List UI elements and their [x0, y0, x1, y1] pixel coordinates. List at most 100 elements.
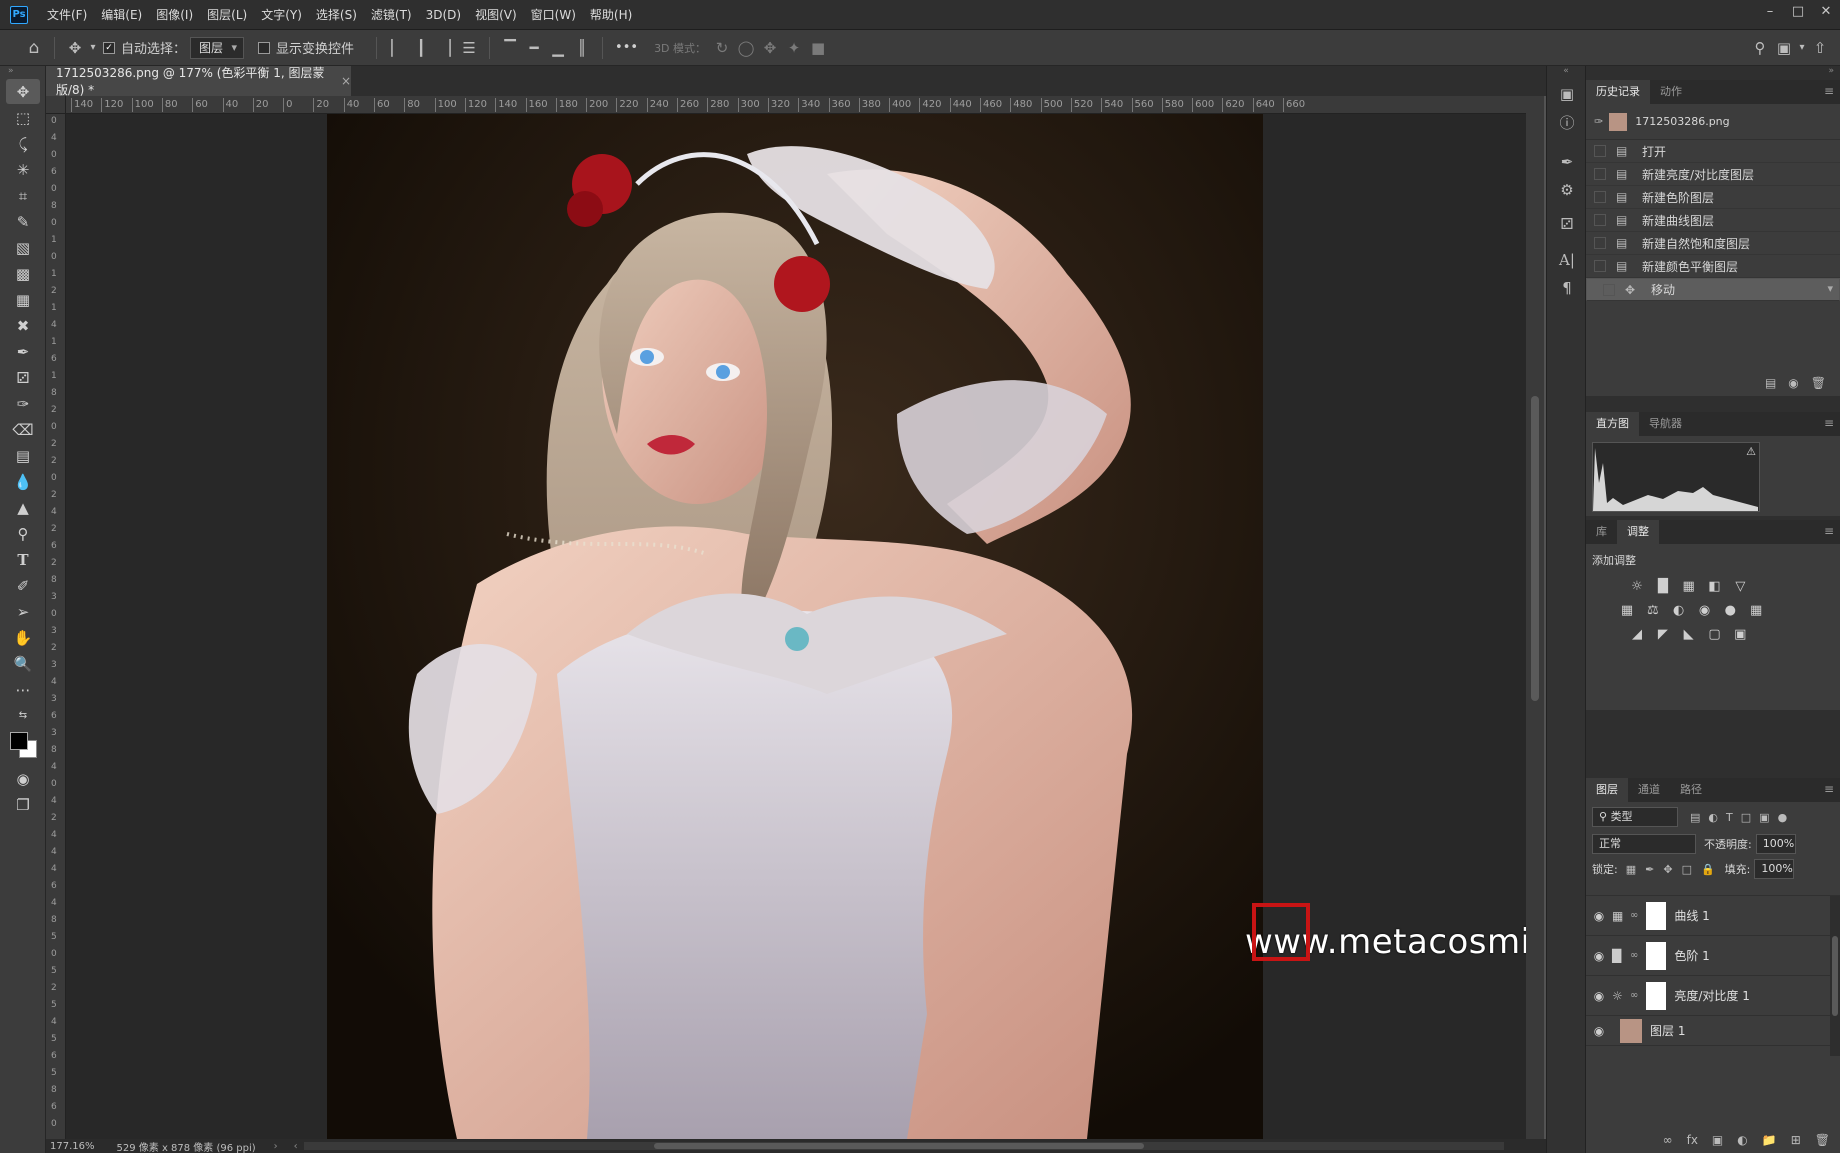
panel-menu-icon[interactable]: ≡ [1824, 416, 1834, 430]
layer-mask-thumbnail[interactable] [1646, 901, 1667, 930]
search-icon[interactable]: ⚲ [1748, 39, 1772, 57]
auto-select-checkbox[interactable]: ✓ 自动选择： [103, 38, 186, 57]
history-step[interactable]: ▤ 新建曲线图层 [1586, 209, 1840, 232]
filter-shape-icon[interactable]: □ [1741, 811, 1751, 824]
close-window-icon[interactable]: ✕ [1812, 0, 1840, 22]
tab-navigator[interactable]: 导航器 [1639, 412, 1692, 436]
paragraph-icon[interactable]: ¶ [1547, 274, 1587, 302]
3d-orbit-icon[interactable]: ↻ [710, 39, 734, 57]
layer-row[interactable]: ◉ ☼ ∞ 亮度/对比度 1 [1586, 976, 1840, 1016]
tab-channels[interactable]: 通道 [1628, 778, 1670, 802]
menu-view[interactable]: 视图(V) [468, 0, 524, 30]
layer-mask-thumbnail[interactable] [1646, 941, 1667, 970]
color-balance-icon[interactable]: ⚖ [1642, 600, 1664, 620]
maximize-icon[interactable]: □ [1784, 0, 1812, 22]
vertical-scrollbar[interactable] [1526, 96, 1544, 1139]
fill-input[interactable]: 100% [1754, 859, 1795, 879]
zoom-tool-icon[interactable]: 🔍 [6, 651, 40, 676]
move-tool-icon[interactable]: ✥ [63, 39, 87, 57]
visibility-eye-icon[interactable]: ◉ [1586, 1024, 1612, 1038]
scroll-left-icon[interactable]: ‹ [294, 1141, 298, 1152]
distribute-vertical-icon[interactable]: ║ [570, 39, 594, 57]
healing-brush-tool-icon[interactable]: ▧ [6, 235, 40, 260]
history-step[interactable]: ▤ 新建颜色平衡图层 [1586, 255, 1840, 278]
sharpen-tool-icon[interactable]: ▲ [6, 495, 40, 520]
gradient-tool-icon[interactable]: ▤ [6, 443, 40, 468]
menu-file[interactable]: 文件(F) [40, 0, 94, 30]
lock-position-icon[interactable]: ✥ [1663, 863, 1672, 876]
new-adjustment-layer-icon[interactable]: ◐ [1737, 1133, 1747, 1147]
close-tab-icon[interactable]: × [341, 74, 351, 88]
quick-select-tool-icon[interactable]: ✳ [6, 157, 40, 182]
more-tools-icon[interactable]: ⋯ [6, 677, 40, 702]
vertical-ruler[interactable]: 0 4 0 6 0 8 0 1 0 1 2 1 4 1 6 1 8 2 0 2 2 0 2 4 2 6 2 8 3 0 3 2 3 4 3 6 3 8 4 0… [46, 114, 66, 1139]
layers-scrollbar[interactable] [1830, 896, 1840, 1056]
chevron-down-icon[interactable]: ▾ [87, 42, 99, 53]
3d-camera-icon[interactable]: ■ [806, 39, 830, 57]
clone-source-icon[interactable]: ⚂ [1547, 210, 1587, 238]
link-icon[interactable]: ∞ [1630, 910, 1638, 921]
menu-window[interactable]: 窗口(W) [524, 0, 583, 30]
distribute-icon[interactable]: ☰ [457, 39, 481, 57]
blur-tool-icon[interactable]: 💧 [6, 469, 40, 494]
invert-icon[interactable]: ◢ [1626, 624, 1648, 644]
history-step[interactable]: ▤ 打开 [1586, 140, 1840, 163]
layer-style-icon[interactable]: fx [1687, 1133, 1698, 1147]
quick-mask-icon[interactable]: ◉ [6, 766, 40, 791]
color-swatches[interactable] [6, 730, 39, 764]
history-brush-source-icon[interactable]: ✑ [1594, 115, 1603, 128]
align-left-icon[interactable]: ▏ [385, 39, 409, 57]
layer-row[interactable]: ◉ ▦ ∞ 曲线 1 [1586, 896, 1840, 936]
filter-smart-object-icon[interactable]: ▣ [1759, 811, 1769, 824]
path-select-tool-icon[interactable]: ➢ [6, 599, 40, 624]
selective-color-icon[interactable]: ▢ [1703, 624, 1725, 644]
threshold-icon[interactable]: ◣ [1678, 624, 1700, 644]
hand-tool-icon[interactable]: ✋ [6, 625, 40, 650]
warning-icon[interactable]: ⚠ [1746, 445, 1756, 458]
color-lookup-icon[interactable]: ▦ [1745, 600, 1767, 620]
layer-image-thumbnail[interactable] [1620, 1018, 1642, 1043]
new-document-from-state-icon[interactable]: ▤ [1765, 376, 1776, 390]
align-right-icon[interactable]: ▕ [433, 39, 457, 57]
lock-transparency-icon[interactable]: ▦ [1626, 863, 1636, 876]
menu-help[interactable]: 帮助(H) [583, 0, 639, 30]
panel-menu-icon[interactable]: ≡ [1824, 524, 1834, 538]
panel-menu-icon[interactable]: ≡ [1824, 84, 1834, 98]
history-brush-tool-icon[interactable]: ✑ [6, 391, 40, 416]
levels-icon[interactable]: █ [1652, 576, 1674, 596]
3d-pan-icon[interactable]: ✥ [758, 39, 782, 57]
properties-icon[interactable]: ⚙ [1547, 176, 1587, 204]
vibrance-icon[interactable]: ▽ [1729, 576, 1751, 596]
transform-tool-icon[interactable]: ✖ [6, 313, 40, 338]
artwork-image[interactable] [327, 114, 1263, 1139]
minimize-icon[interactable]: – [1756, 0, 1784, 22]
crop-tool-icon[interactable]: ⌗ [6, 183, 40, 208]
zoom-level[interactable]: 177.16% [50, 1141, 95, 1152]
filter-type-icon[interactable]: T [1726, 811, 1733, 824]
photo-filter-icon[interactable]: ◉ [1693, 600, 1715, 620]
visibility-eye-icon[interactable]: ◉ [1586, 989, 1612, 1003]
gradient-map-icon[interactable]: ▣ [1729, 624, 1751, 644]
tab-layers[interactable]: 图层 [1586, 778, 1628, 802]
menu-image[interactable]: 图像(I) [149, 0, 200, 30]
info-icon[interactable]: ⓘ [1547, 108, 1587, 136]
link-layers-icon[interactable]: ∞ [1663, 1133, 1673, 1147]
patch-tool-icon[interactable]: ▩ [6, 261, 40, 286]
3d-roll-icon[interactable]: ◯ [734, 39, 758, 57]
collapse-toolbar-icon[interactable]: » [0, 66, 45, 78]
lasso-tool-icon[interactable]: ⤹ [6, 131, 40, 156]
opacity-input[interactable]: 100% [1755, 834, 1796, 854]
menu-edit[interactable]: 编辑(E) [94, 0, 149, 30]
menu-select[interactable]: 选择(S) [309, 0, 364, 30]
delete-icon[interactable]: 🗑 [1811, 376, 1826, 390]
home-icon[interactable]: ⌂ [22, 38, 46, 58]
menu-filter[interactable]: 滤镜(T) [364, 0, 419, 30]
history-step[interactable]: ▤ 新建自然饱和度图层 [1586, 232, 1840, 255]
align-hcenter-icon[interactable]: ┃ [409, 39, 433, 57]
history-step[interactable]: ▤ 新建亮度/对比度图层 [1586, 163, 1840, 186]
posterize-icon[interactable]: ◤ [1652, 624, 1674, 644]
status-chevron-icon[interactable]: › [274, 1141, 278, 1152]
scroll-thumb[interactable] [1531, 396, 1539, 701]
align-bottom-icon[interactable]: ▁ [546, 39, 570, 57]
foreground-color-swatch[interactable] [10, 732, 28, 750]
